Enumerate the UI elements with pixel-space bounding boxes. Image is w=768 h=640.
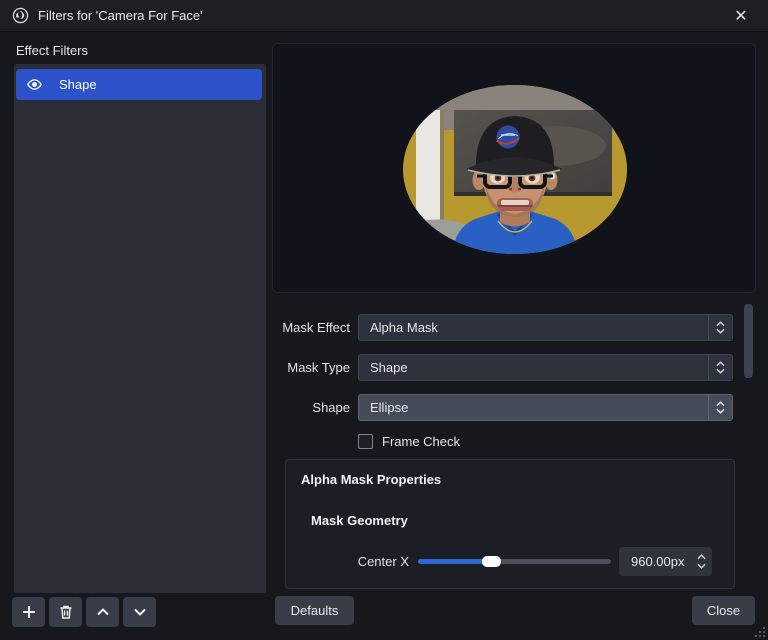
frame-check-label: Frame Check: [382, 434, 460, 449]
center-x-label: Center X: [286, 554, 409, 569]
close-button[interactable]: Close: [692, 596, 755, 625]
preview-image: [402, 84, 628, 255]
effect-filters-header: Effect Filters: [16, 43, 88, 58]
mask-effect-value: Alpha Mask: [359, 320, 708, 335]
add-filter-button[interactable]: [12, 597, 45, 627]
up-down-chevrons-icon: [708, 355, 732, 380]
shape-dropdown[interactable]: Ellipse: [358, 394, 733, 421]
slider-handle[interactable]: [482, 556, 501, 567]
center-x-spinbox[interactable]: 960.00px: [619, 547, 712, 576]
title-bar: Filters for 'Camera For Face' ✕: [0, 0, 768, 32]
remove-filter-button[interactable]: [49, 597, 82, 627]
effect-filters-list[interactable]: Shape: [14, 64, 266, 593]
center-x-value: 960.00px: [619, 554, 690, 569]
eye-visibility-icon[interactable]: [26, 76, 43, 93]
mask-type-dropdown[interactable]: Shape: [358, 354, 733, 381]
window-close-button[interactable]: ✕: [724, 0, 758, 32]
defaults-button[interactable]: Defaults: [275, 596, 354, 625]
filter-preview-panel: [272, 43, 756, 293]
chevron-up-icon: [95, 604, 111, 620]
mask-geometry-subtitle: Mask Geometry: [311, 513, 408, 528]
shape-value: Ellipse: [359, 400, 708, 415]
filters-toolbar: [12, 597, 156, 627]
properties-scrollbar[interactable]: [744, 304, 753, 378]
trash-icon: [58, 604, 74, 620]
slider-fill: [418, 559, 491, 564]
group-title: Alpha Mask Properties: [301, 472, 441, 487]
obs-logo-icon: [12, 7, 29, 24]
frame-check-row: Frame Check: [358, 434, 460, 449]
mask-type-label: Mask Type: [270, 360, 350, 375]
up-down-chevrons-icon: [708, 395, 732, 420]
mask-effect-dropdown[interactable]: Alpha Mask: [358, 314, 733, 341]
center-x-slider[interactable]: [418, 559, 611, 564]
plus-icon: [21, 604, 37, 620]
filter-item-label: Shape: [59, 77, 97, 92]
mask-effect-label: Mask Effect: [270, 320, 350, 335]
frame-check-checkbox[interactable]: [358, 434, 373, 449]
move-filter-up-button[interactable]: [86, 597, 119, 627]
up-down-chevrons-icon[interactable]: [690, 554, 712, 569]
window-title: Filters for 'Camera For Face': [38, 8, 203, 23]
filter-item-shape[interactable]: Shape: [16, 69, 262, 100]
alpha-mask-properties-group: Alpha Mask Properties Mask Geometry Cent…: [285, 459, 735, 589]
chevron-down-icon: [132, 604, 148, 620]
resize-grip[interactable]: [754, 626, 766, 638]
filters-dialog: Filters for 'Camera For Face' ✕ Effect F…: [0, 0, 768, 640]
up-down-chevrons-icon: [708, 315, 732, 340]
move-filter-down-button[interactable]: [123, 597, 156, 627]
shape-label: Shape: [270, 400, 350, 415]
mask-type-value: Shape: [359, 360, 708, 375]
